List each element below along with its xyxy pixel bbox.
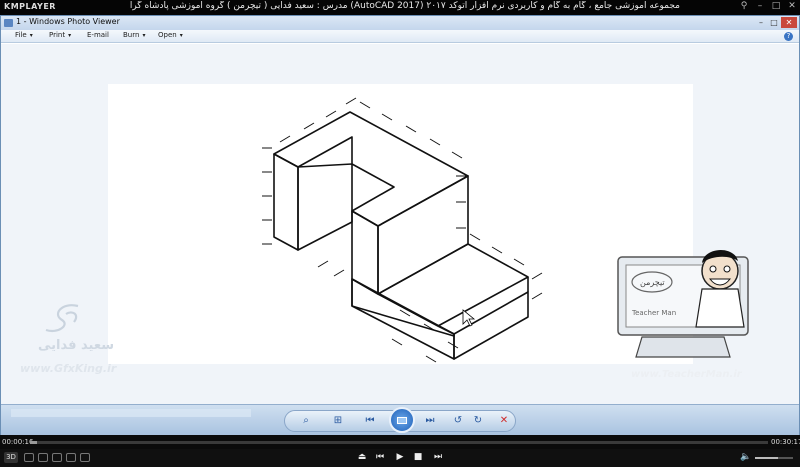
- 3d-toggle-button[interactable]: 3D: [4, 452, 18, 463]
- minimize-icon[interactable]: –: [754, 1, 766, 12]
- photo-viewer-title: 1 - Windows Photo Viewer: [16, 17, 120, 26]
- navigation-controls: ⌕ ⊞ ⏮ ⏭ ↺ ↻ ✕: [284, 407, 516, 433]
- chevron-down-icon: ▾: [68, 32, 72, 39]
- photo-viewer-window-buttons: – □ ✕: [755, 17, 797, 28]
- time-total: 00:30:17: [771, 438, 800, 446]
- close-icon[interactable]: ✕: [786, 1, 798, 12]
- slideshow-icon[interactable]: [389, 407, 415, 433]
- photo-viewer-app-icon: [4, 19, 13, 27]
- watermark-right-site: www.TeacherMan.ir: [631, 369, 742, 380]
- previous-icon[interactable]: ⏮: [363, 414, 377, 428]
- player-title-text: مجموعه آموزشی جامع ، گام به گام و کاربرد…: [130, 1, 680, 11]
- tall-block-left-face: [273, 153, 299, 251]
- photo-viewer-title-bar[interactable]: 1 - Windows Photo Viewer – □ ✕: [1, 16, 799, 30]
- equalizer-icon[interactable]: [80, 453, 90, 462]
- menu-print[interactable]: Print ▾: [49, 31, 71, 39]
- menu-email-label: E-mail: [87, 31, 109, 39]
- zoom-icon[interactable]: ⌕: [299, 414, 313, 428]
- stop-icon[interactable]: ■: [412, 452, 424, 462]
- actual-size-icon[interactable]: ⊞: [331, 414, 345, 428]
- base-top-face: [377, 243, 529, 327]
- watermark-left: سعید فدایی www.GfxKing.ir: [20, 300, 120, 380]
- rotate-ccw-icon[interactable]: ↺: [451, 414, 465, 428]
- base-front-face: [351, 278, 455, 360]
- menu-open-label: Open: [158, 31, 177, 39]
- menu-print-label: Print: [49, 31, 66, 39]
- eject-icon[interactable]: ⏏: [356, 452, 368, 462]
- base-right-face: [453, 291, 529, 360]
- isometric-drawing-image: [108, 84, 693, 364]
- menu-file[interactable]: File ▾: [15, 31, 33, 39]
- teacherman-mascot-icon: تیچرمن Teacher Man: [617, 249, 749, 358]
- volume-slider[interactable]: [755, 457, 793, 459]
- maximize-icon[interactable]: □: [770, 1, 782, 12]
- playlist-icon[interactable]: [52, 453, 62, 462]
- seek-bar[interactable]: [30, 441, 768, 444]
- pin-icon[interactable]: ⚲: [738, 1, 750, 12]
- menu-burn[interactable]: Burn ▾: [123, 31, 145, 39]
- toolbar-hint-strip: [11, 409, 251, 417]
- teacherman-logo-latin: Teacher Man: [631, 309, 676, 317]
- photo-viewer-menu-bar: File ▾ Print ▾ E-mail Burn ▾ Open ▾ ?: [1, 30, 799, 43]
- play-icon[interactable]: ▶: [394, 452, 406, 462]
- teacherman-logo-text: تیچرمن: [640, 278, 665, 287]
- next-icon[interactable]: ⏭: [423, 414, 437, 428]
- riser-front-face: [377, 175, 469, 295]
- chevron-down-icon: ▾: [179, 32, 183, 39]
- kmplayer-window: KMPLAYER مجموعه آموزشی جامع ، گام به گام…: [0, 0, 800, 467]
- settings-icon[interactable]: [66, 453, 76, 462]
- time-elapsed: 00:00:16: [2, 438, 34, 446]
- isometric-drawing: [262, 97, 543, 363]
- menu-burn-label: Burn: [123, 31, 140, 39]
- seek-bar-fill: [30, 441, 37, 444]
- rotate-cw-icon[interactable]: ↻: [471, 414, 485, 428]
- calligraphy-logo-icon: [45, 304, 79, 333]
- photo-viewer-toolbar: ⌕ ⊞ ⏮ ⏭ ↺ ↻ ✕: [1, 404, 799, 435]
- l-top-face: [273, 111, 469, 227]
- delete-icon[interactable]: ✕: [497, 414, 511, 428]
- chevron-down-icon: ▾: [142, 32, 146, 39]
- menu-open[interactable]: Open ▾: [158, 31, 183, 39]
- help-icon[interactable]: ?: [784, 32, 793, 41]
- chevron-down-icon: ▾: [29, 32, 33, 39]
- previous-track-icon[interactable]: ⏮: [374, 452, 386, 462]
- pv-maximize-icon[interactable]: □: [768, 17, 780, 28]
- player-seek-row: 00:00:16 00:30:17: [0, 435, 800, 449]
- player-logo: KMPLAYER: [4, 2, 56, 11]
- slideshow-frame: [397, 417, 407, 424]
- watermark-left-name: سعید فدایی: [38, 338, 114, 353]
- pv-minimize-icon[interactable]: –: [755, 17, 767, 28]
- watermark-right: تیچرمن Teacher Man www.TeacherMan.ir: [612, 237, 762, 387]
- watermark-left-site: www.GfxKing.ir: [20, 362, 117, 375]
- screen-icon[interactable]: [24, 453, 34, 462]
- next-track-icon[interactable]: ⏭: [432, 452, 444, 462]
- tall-block-right-face: [297, 136, 353, 251]
- menu-email[interactable]: E-mail: [87, 31, 109, 39]
- player-control-bar: 3D ⏏ ⏮ ▶ ■ ⏭ 🔈: [0, 449, 800, 467]
- pv-close-icon[interactable]: ✕: [781, 17, 797, 28]
- player-title-bar: KMPLAYER مجموعه آموزشی جامع ، گام به گام…: [0, 0, 800, 15]
- menu-file-label: File: [15, 31, 27, 39]
- player-window-controls: ⚲ – □ ✕: [738, 1, 798, 12]
- volume-icon[interactable]: 🔈: [740, 452, 751, 462]
- capture-icon[interactable]: [38, 453, 48, 462]
- volume-fill: [755, 457, 778, 459]
